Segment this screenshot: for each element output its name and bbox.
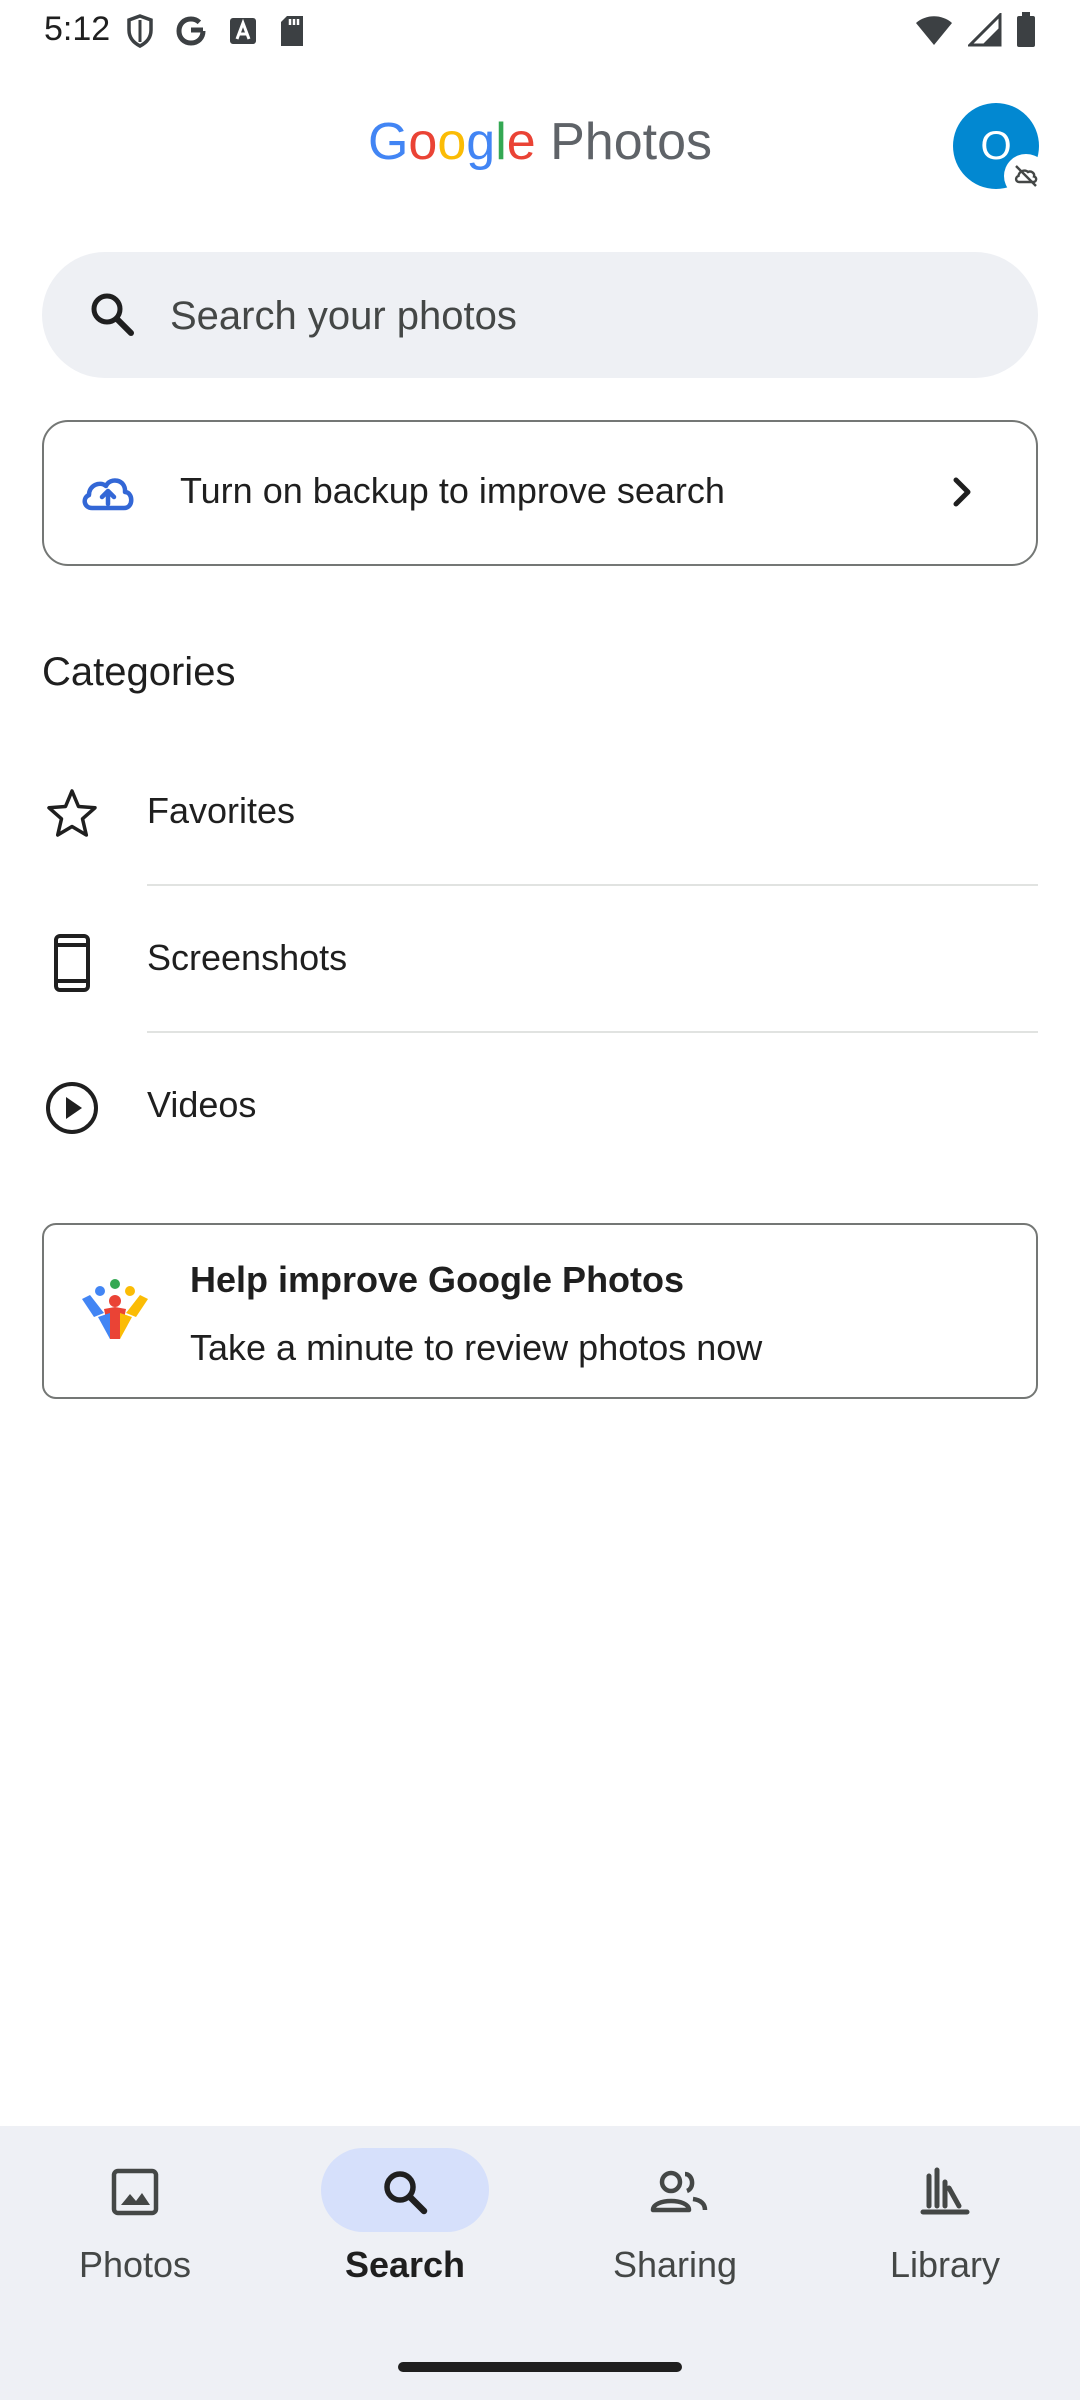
nav-tab-photos[interactable]: Photos xyxy=(0,2126,270,2326)
help-improve-card[interactable]: Help improve Google Photos Take a minute… xyxy=(42,1223,1038,1399)
category-screenshots[interactable]: Screenshots xyxy=(0,887,1080,1033)
nav-tab-library[interactable]: Library xyxy=(810,2126,1080,2326)
cloud-off-icon xyxy=(1014,165,1038,187)
search-icon xyxy=(379,2166,431,2218)
nav-label: Photos xyxy=(78,2244,192,2285)
backup-off-badge xyxy=(1004,154,1048,198)
photo-icon xyxy=(109,2166,161,2218)
category-label: Videos xyxy=(147,1084,257,1125)
search-bar[interactable] xyxy=(42,252,1038,378)
shield-icon xyxy=(126,14,154,53)
google-g-icon xyxy=(174,14,208,53)
divider xyxy=(147,884,1038,886)
gesture-handle[interactable] xyxy=(398,2362,682,2372)
raised-hands-icon xyxy=(80,1277,150,1346)
help-card-subtitle: Take a minute to review photos now xyxy=(190,1327,763,1368)
category-favorites[interactable]: Favorites xyxy=(0,740,1080,886)
help-card-title: Help improve Google Photos xyxy=(190,1259,685,1300)
nav-label: Search xyxy=(344,2244,466,2285)
divider xyxy=(147,1031,1038,1033)
search-input[interactable] xyxy=(168,280,992,352)
sd-card-icon xyxy=(278,14,306,53)
nav-tab-search[interactable]: Search xyxy=(270,2126,540,2326)
status-bar: 5:12 xyxy=(0,0,1080,62)
screen: 5:12 Google Photos O Search your photos … xyxy=(0,0,1080,2400)
avatar-initial: O xyxy=(980,123,1012,168)
a-badge-icon xyxy=(228,16,258,51)
signal-icon xyxy=(966,11,1002,52)
backup-prompt-card[interactable]: Turn on backup to improve search xyxy=(42,420,1038,566)
star-icon xyxy=(44,786,100,847)
search-icon xyxy=(86,288,138,345)
cloud-upload-icon xyxy=(78,468,138,523)
battery-icon xyxy=(1016,12,1036,53)
bottom-navigation: Photos Search Sharing Library xyxy=(0,2126,1080,2400)
phone-icon xyxy=(44,933,100,998)
category-label: Screenshots xyxy=(147,937,348,978)
wifi-icon xyxy=(914,13,954,52)
backup-prompt-text: Turn on backup to improve search xyxy=(180,470,725,511)
category-label: Favorites xyxy=(147,790,296,831)
library-icon xyxy=(919,2166,971,2218)
nav-tab-sharing[interactable]: Sharing xyxy=(540,2126,810,2326)
nav-label: Sharing xyxy=(612,2244,738,2285)
people-icon xyxy=(649,2166,708,2218)
app-title: Google Photos xyxy=(367,113,713,171)
category-videos[interactable]: Videos xyxy=(0,1034,1080,1180)
status-time: 5:12 xyxy=(44,10,111,48)
chevron-right-icon xyxy=(944,472,980,517)
play-circle-icon xyxy=(44,1080,100,1141)
categories-heading: Categories xyxy=(42,650,236,694)
nav-label: Library xyxy=(889,2244,1001,2285)
